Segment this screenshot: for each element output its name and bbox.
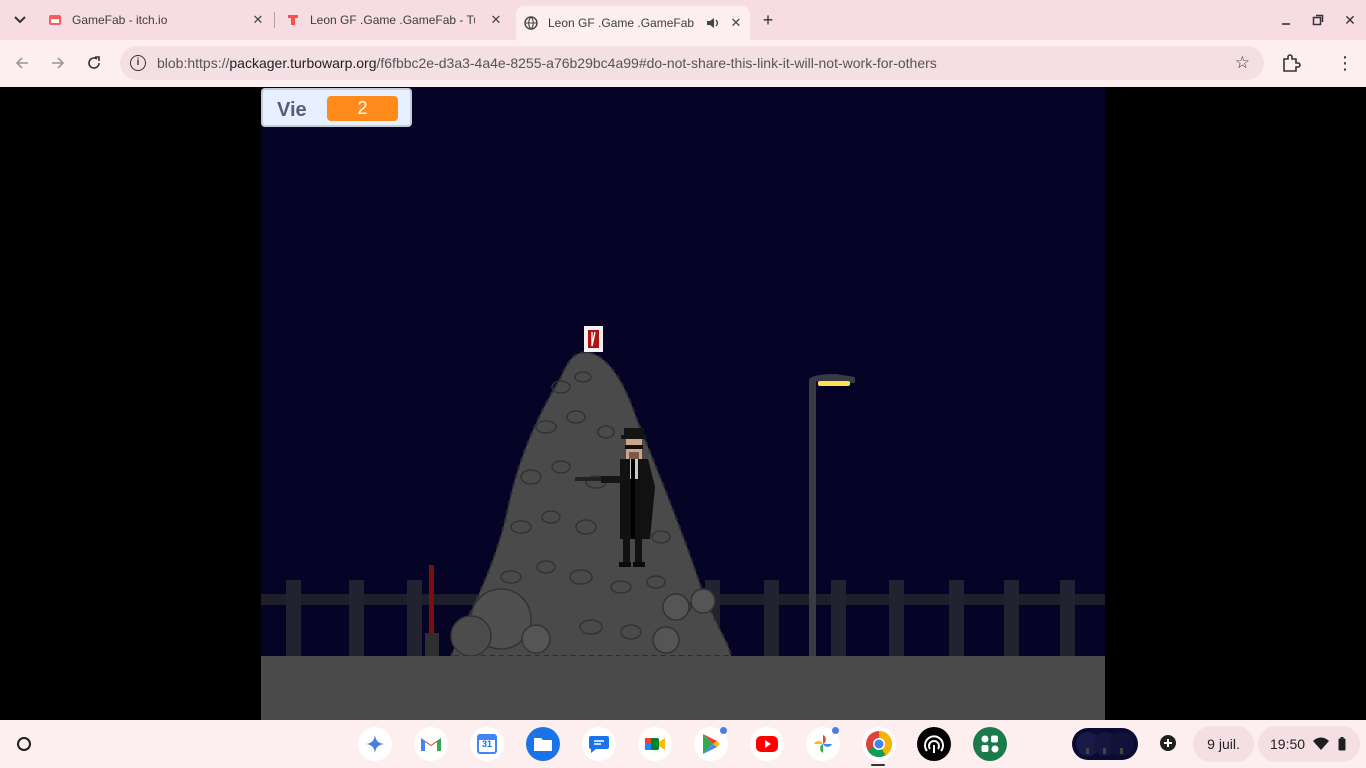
holding-space-thumbnails[interactable] (1072, 728, 1138, 760)
close-icon[interactable]: ✕ (488, 12, 504, 28)
photos-icon[interactable] (806, 727, 840, 761)
url-text[interactable]: blob:https://packager.turbowarp.org/f6fb… (157, 55, 937, 71)
messages-icon[interactable] (582, 727, 616, 761)
variable-label: Vie (277, 99, 307, 121)
play-store-icon[interactable] (694, 727, 728, 761)
tab-title: Leon GF .Game .GameFab - Tu (310, 13, 475, 27)
youtube-icon[interactable] (750, 727, 784, 761)
signal-app-icon[interactable] (917, 727, 951, 761)
tab-title: GameFab - itch.io (72, 13, 168, 27)
gmail-icon[interactable] (414, 727, 448, 761)
tab-search-button[interactable] (8, 8, 32, 32)
status-tray[interactable]: 19:50 (1258, 726, 1360, 762)
launcher-circle-icon (17, 737, 31, 751)
clock: 19:50 (1270, 736, 1306, 752)
add-tray-button[interactable] (1157, 732, 1179, 754)
tab-itch[interactable]: GameFab - itch.io ✕ (40, 6, 272, 34)
extensions-puzzle-icon[interactable] (1280, 52, 1302, 74)
tab-active-game[interactable]: Leon GF .Game .GameFab ✕ (516, 6, 750, 40)
date-tray[interactable]: 9 juil. (1193, 726, 1254, 762)
chevron-down-icon (14, 16, 26, 24)
new-tab-button[interactable]: + (758, 10, 778, 30)
tab-separator (274, 12, 275, 28)
url-path: /f6fbbc2e-d3a3-4a4e-8255-a76b29bc4a99#do… (376, 55, 937, 71)
site-info-icon[interactable]: i (130, 55, 146, 71)
files-icon[interactable] (526, 727, 560, 761)
notification-dot (720, 727, 727, 734)
tab-title: Leon GF .Game .GameFab (548, 16, 695, 30)
running-indicator (871, 764, 885, 766)
tab-turbowarp[interactable]: Leon GF .Game .GameFab - Tu ✕ (278, 6, 510, 34)
back-button[interactable] (10, 51, 34, 75)
more-menu-icon[interactable]: ⋮ (1336, 52, 1354, 74)
close-icon: ✕ (1344, 11, 1356, 28)
wifi-icon (1313, 737, 1329, 750)
thumbnail-icon (1076, 732, 1134, 756)
taskbar: 31 9 juil. 19:50 (0, 720, 1366, 768)
game-scene (261, 326, 1105, 720)
arrow-right-icon (52, 57, 65, 69)
restore-button[interactable] (1308, 10, 1328, 30)
close-icon[interactable]: ✕ (728, 15, 744, 31)
url-host: packager.turbowarp.org (229, 55, 377, 71)
minimize-icon (1282, 23, 1290, 25)
globe-icon (524, 16, 538, 30)
bookmark-star-icon[interactable]: ☆ (1235, 53, 1250, 73)
rubble-pile (449, 351, 733, 657)
launcher-button[interactable] (12, 732, 36, 756)
forward-button[interactable] (46, 51, 70, 75)
minimize-button[interactable] (1276, 10, 1296, 30)
apps-icon[interactable] (973, 727, 1007, 761)
game-stage[interactable]: Vie 2 (261, 87, 1105, 720)
variable-value: 2 (327, 96, 398, 121)
variable-monitor-vie: Vie 2 (261, 88, 412, 127)
ground (261, 656, 1105, 720)
address-bar[interactable]: i blob:https://packager.turbowarp.org/f6… (120, 46, 1264, 80)
page-viewport: Vie 2 (0, 87, 1366, 720)
calendar-icon[interactable]: 31 (470, 727, 504, 761)
browser-toolbar: i blob:https://packager.turbowarp.org/f6… (0, 40, 1366, 87)
restore-icon (1312, 14, 1324, 26)
url-prefix: blob:https:// (157, 55, 230, 71)
tab-strip: GameFab - itch.io ✕ Leon GF .Game .GameF… (0, 0, 1366, 40)
calendar-day: 31 (481, 739, 492, 749)
speaker-icon[interactable] (706, 16, 720, 30)
itch-favicon-icon (49, 15, 61, 25)
close-icon[interactable]: ✕ (250, 12, 266, 28)
pickup-item (584, 326, 603, 352)
plus-circle-icon (1160, 735, 1176, 751)
arrow-left-icon (15, 57, 28, 69)
reload-icon (88, 56, 100, 69)
notification-dot (832, 727, 839, 734)
red-pole (425, 565, 439, 656)
turbowarp-favicon-icon (288, 15, 298, 25)
chrome-icon[interactable] (862, 727, 896, 761)
gemini-icon[interactable] (358, 727, 392, 761)
close-window-button[interactable]: ✕ (1340, 10, 1360, 30)
meet-icon[interactable] (638, 727, 672, 761)
battery-icon (1338, 737, 1346, 751)
reload-button[interactable] (82, 51, 106, 75)
